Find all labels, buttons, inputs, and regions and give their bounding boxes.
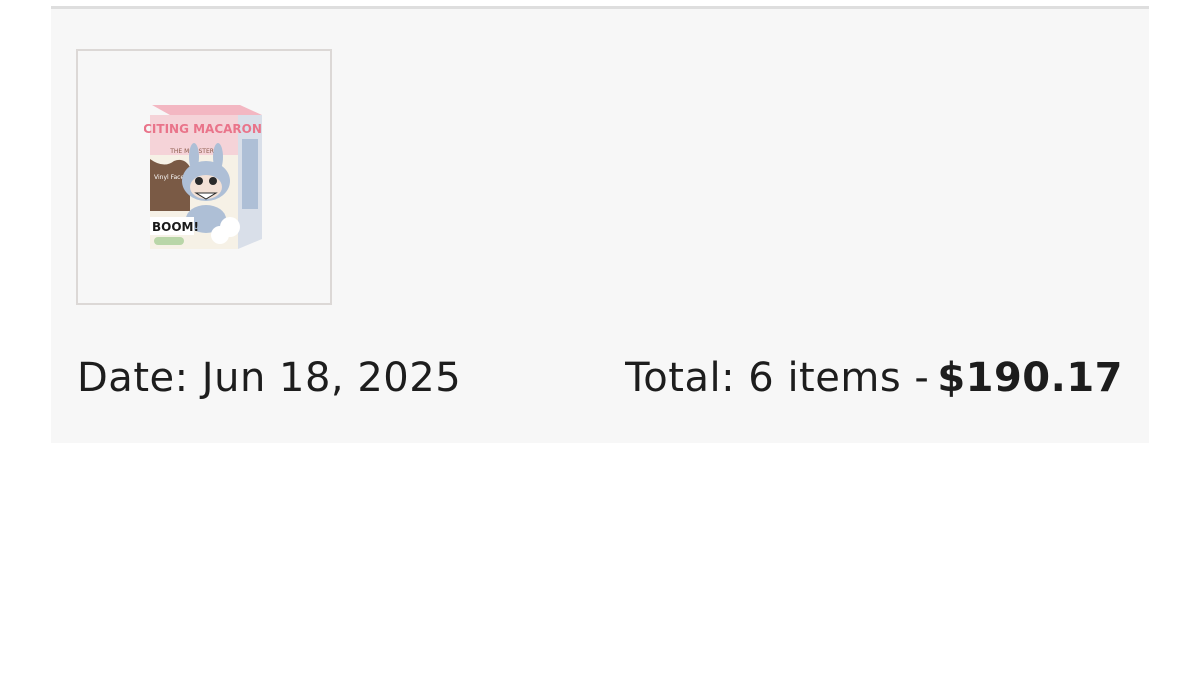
order-total-label: Total: 6 items - [625,355,930,401]
box-label: Vinyl Face [154,174,184,181]
box-boom-text: BOOM! [152,220,199,234]
order-total: Total: 6 items - $190.17 [625,354,1123,402]
product-box-icon: EXCITING MACARON THE MONSTERS Vinyl Face… [144,105,262,249]
order-date: Date: Jun 18, 2025 [77,355,462,401]
product-thumbnail[interactable]: EXCITING MACARON THE MONSTERS Vinyl Face… [76,49,332,305]
order-meta-row: Date: Jun 18, 2025 Total: 6 items - $190.… [77,354,1123,402]
box-title-line1: EXCITING MACARON [144,122,262,136]
order-card[interactable]: EXCITING MACARON THE MONSTERS Vinyl Face… [51,6,1149,443]
order-total-amount: $190.17 [937,355,1123,401]
